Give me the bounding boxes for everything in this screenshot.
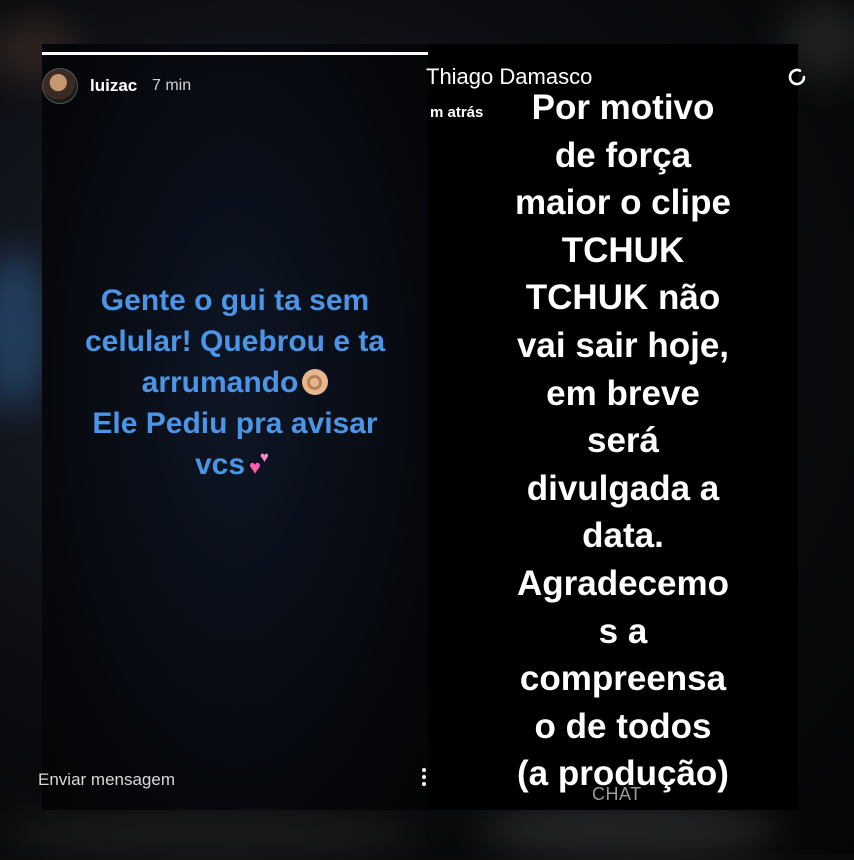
announcement-line: de força [554,135,692,175]
story-text-line: arrumando [141,366,299,399]
right-story-panel[interactable]: Thiago Damasco m atrás Por motivo de for… [426,44,806,810]
left-story-panel[interactable]: luizac 7 min Gente o gui ta sem celular!… [38,44,428,810]
announcement-line: TCHUK [561,230,685,270]
story-progress-fill [42,52,428,55]
story-text: Gente o gui ta sem celular! Quebrou e ta… [42,280,428,485]
announcement-line: Agradecemo [516,563,730,603]
announcement-line: o de todos [534,706,712,746]
announcement-line: data. [582,516,664,556]
avatar[interactable] [42,68,78,104]
announcement-text: Por motivo de força maior o clipe TCHUK … [478,84,768,798]
announcement-line: TCHUK não [525,278,721,318]
backdrop-blur-shape [0,810,420,860]
story-progress-bar [42,52,428,55]
chat-button[interactable]: CHAT [592,784,642,805]
announcement-line: s a [598,611,648,651]
story-text-line: Ele Pediu pra avisar [92,407,378,440]
two-hearts-emoji-icon: ♥ ♥ [249,449,269,479]
announcement-line: divulgada a [526,468,720,508]
announcement-line: vai sair hoje, [516,325,730,365]
announcement-line: compreensa [519,659,727,699]
loading-spinner-icon [788,68,806,86]
announcement-line: será [586,421,660,461]
send-message-input[interactable]: Enviar mensagem [38,770,175,790]
announcement-line: maior o clipe [515,183,731,223]
announcement-line: Por motivo [531,88,715,127]
announcement-line: em breve [546,373,700,413]
ok-hand-emoji-icon [302,369,329,395]
story-username[interactable]: luizac [90,76,137,96]
story-text-line: celular! Quebrou e ta [84,325,386,358]
poster-timestamp: m atrás [430,104,484,121]
story-text-line: Gente o gui ta sem [100,284,370,317]
story-text-line: vcs [194,448,246,481]
story-timestamp: 7 min [152,77,192,94]
